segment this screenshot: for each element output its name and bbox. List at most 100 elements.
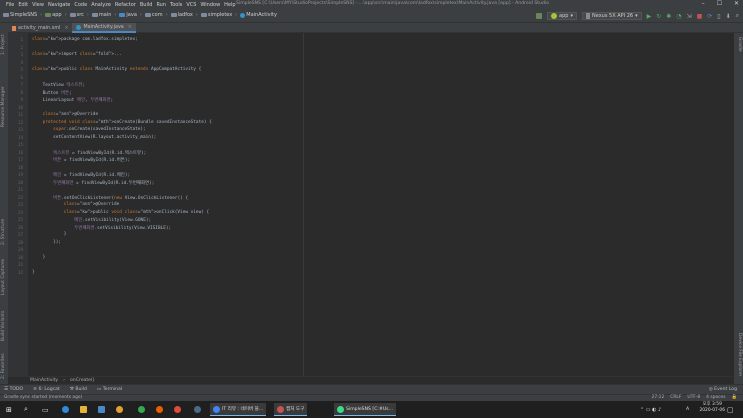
code-editor[interactable]: class="kw">package com.ladfox.simpletex;… [28, 33, 734, 376]
editor-tabs: activity_main.xml × MainActivity.java × [8, 23, 743, 33]
editor-crumb-class[interactable]: MainActivity [30, 378, 58, 383]
code-line: class="ann">@Override [42, 112, 99, 117]
code-line: class="kw">import class="fold">... [32, 52, 122, 57]
caret-position[interactable]: 27:12 [652, 395, 665, 400]
tool-todo[interactable]: ☰ TODO [4, 387, 23, 392]
run-icon[interactable]: ▶ [647, 13, 652, 20]
windows-start-icon[interactable]: ⊞ [6, 403, 12, 416]
minimize-icon[interactable]: – [702, 0, 705, 7]
file-explorer-icon[interactable] [80, 403, 87, 416]
menu-refactor[interactable]: Refactor [115, 2, 136, 8]
hammer-icon[interactable] [536, 13, 543, 19]
code-line: 버튼.setOnClickListener(new View.OnClickLi… [53, 195, 189, 201]
menu-build[interactable]: Build [140, 2, 153, 8]
tray-icons[interactable]: ⌃ ▭ ◐ ♪ [640, 403, 661, 416]
menu-edit[interactable]: Edit [18, 2, 28, 8]
app-icon[interactable] [116, 403, 123, 416]
debug-icon[interactable]: ✱ [666, 13, 671, 20]
close-icon[interactable]: ✕ [734, 0, 739, 7]
folder-icon [45, 13, 52, 17]
lock-icon[interactable]: 🔓 [732, 395, 737, 400]
code-line: class="kw">public class MainActivity ext… [32, 67, 202, 72]
class-icon [76, 24, 82, 30]
menu-window[interactable]: Window [200, 2, 220, 8]
apply-changes-icon[interactable]: ↻ [656, 13, 661, 20]
tool-event-log[interactable]: ◎ Event Log [709, 387, 737, 392]
close-tab-icon[interactable]: × [64, 26, 68, 31]
main-menu: File Edit View Navigate Code Analyze Ref… [6, 2, 236, 8]
app-icon[interactable] [138, 403, 145, 416]
notification-icon[interactable]: ▢ [727, 403, 734, 416]
code-line: TextView 텍스트뷰; [32, 83, 86, 88]
menu-code[interactable]: Code [74, 2, 87, 8]
crumb-simpletex[interactable]: simpletex [200, 12, 232, 18]
clock[interactable]: 오후 3:59 2020-07-06 [699, 402, 725, 414]
menu-tools[interactable]: Tools [170, 2, 182, 8]
tab-mainactivity-java[interactable]: MainActivity.java × [72, 23, 136, 33]
crumb-mainactivity[interactable]: MainActivity [240, 12, 277, 18]
device-selector[interactable]: Nexus 5X API 26 ▾ [581, 12, 642, 20]
edge-icon[interactable] [62, 403, 69, 416]
line-number: 22 [17, 194, 23, 200]
maximize-icon[interactable]: ☐ [717, 0, 722, 7]
taskbar-snipping-tool[interactable]: 캡처 도구 [274, 403, 308, 416]
window-controls: – ☐ ✕ [702, 0, 739, 7]
avd-manager-icon[interactable]: ▯ [717, 13, 720, 20]
tool-structure[interactable]: 2: Structure [1, 219, 6, 245]
taskbar-android-studio[interactable]: SimpleSNS [C:#Us... [334, 403, 396, 416]
module-selector[interactable]: app ▾ [547, 12, 577, 20]
file-encoding[interactable]: UTF-8 [687, 395, 700, 400]
line-number: 2 [20, 44, 23, 50]
crumb-ladfox[interactable]: ladfox [170, 12, 193, 18]
attach-debugger-icon[interactable]: ⇲ [687, 13, 692, 20]
tool-layout-captures[interactable]: Layout Captures [1, 259, 6, 295]
menu-help[interactable]: Help [224, 2, 235, 8]
taskbar-chrome-window[interactable]: IT 리뷰 : 네이버 블... [210, 403, 267, 416]
navigation-bar: SimpleSNS › app › src › main › java › co… [0, 9, 743, 23]
store-icon[interactable] [98, 403, 105, 416]
line-number: 28 [17, 239, 23, 245]
tool-terminal[interactable]: ▭ Terminal [97, 387, 122, 392]
menu-view[interactable]: View [32, 2, 44, 8]
tool-logcat[interactable]: ≡ 6: Logcat [33, 387, 60, 392]
crumb-module[interactable]: app [45, 12, 62, 18]
menu-file[interactable]: File [6, 2, 14, 8]
firefox-icon[interactable] [156, 403, 163, 416]
sdk-manager-icon[interactable]: ⬇ [726, 13, 731, 20]
tool-build[interactable]: ⚒ Build [70, 387, 87, 392]
line-separator[interactable]: CRLF [670, 395, 681, 400]
tool-favorites[interactable]: 2: Favorites [1, 353, 6, 379]
steam-icon[interactable] [194, 403, 201, 416]
menu-run[interactable]: Run [156, 2, 166, 8]
tool-device-file-explorer[interactable]: Device File Explorer [737, 333, 742, 376]
tool-gradle[interactable]: Gradle [737, 37, 742, 52]
ime-indicator[interactable]: A [686, 403, 689, 416]
crumb-main[interactable]: main [91, 12, 111, 18]
crumb-src[interactable]: src [69, 12, 84, 18]
folder-icon [69, 13, 76, 17]
task-view-icon[interactable]: ▭ [42, 403, 49, 416]
search-icon[interactable]: ⌕ [736, 12, 739, 20]
sync-gradle-icon[interactable]: ⟳ [707, 13, 712, 20]
crumb-java[interactable]: java [119, 12, 137, 18]
app-icon[interactable] [174, 403, 181, 416]
tool-resource-manager[interactable]: Resource Manager [1, 86, 6, 127]
code-line: 버튼 = findViewById(R.id.버튼); [53, 158, 131, 163]
menu-analyze[interactable]: Analyze [91, 2, 111, 8]
search-icon[interactable]: ⌕ [24, 403, 28, 416]
code-line: } [32, 269, 35, 275]
tool-build-variants[interactable]: Build Variants [1, 311, 6, 341]
menu-vcs[interactable]: VCS [186, 2, 196, 8]
crumb-com[interactable]: com [144, 12, 163, 18]
indent-setting[interactable]: 4 spaces [706, 395, 725, 400]
line-number: 32 [17, 269, 23, 275]
profile-icon[interactable]: ◔ [676, 13, 681, 20]
stop-icon[interactable]: ■ [697, 13, 703, 20]
menu-navigate[interactable]: Navigate [48, 2, 70, 8]
crumb-project[interactable]: SimpleSNS [3, 12, 37, 18]
tab-activity-main-xml[interactable]: activity_main.xml × [8, 23, 72, 33]
line-number: 21 [17, 187, 23, 192]
editor-crumb-method[interactable]: onCreate() [70, 378, 95, 383]
close-tab-icon[interactable]: × [128, 25, 132, 30]
tool-project[interactable]: 1: Project [1, 34, 6, 55]
